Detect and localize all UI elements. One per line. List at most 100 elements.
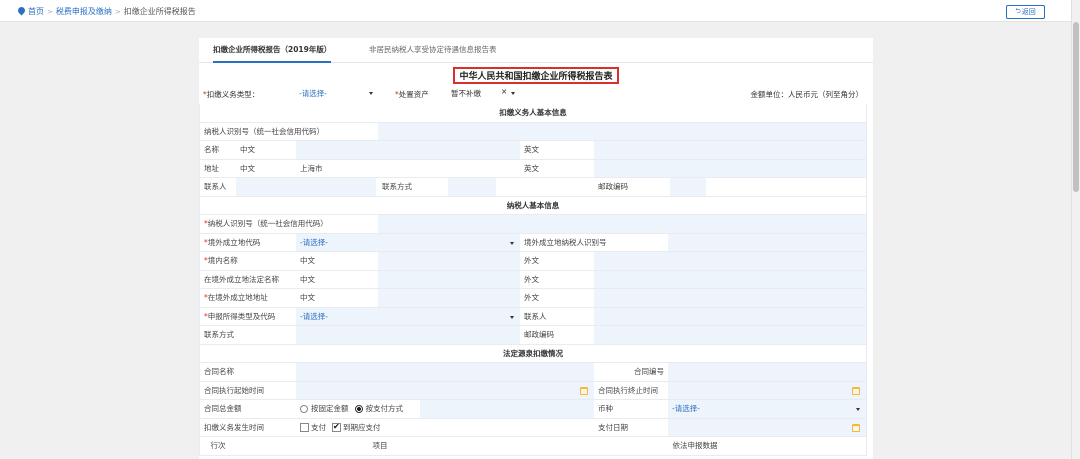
payment-date-label: 支付日期 xyxy=(598,422,628,432)
withholder-tax-id-label: 纳税人识别号（统一社会信用代码） xyxy=(204,126,324,136)
withholding-type-value: -请选择- xyxy=(299,89,327,98)
currency-label: 币种 xyxy=(598,404,613,414)
taxpayer-postal-field[interactable] xyxy=(594,326,866,344)
table-row: 联系人 联系方式 邮政编码 xyxy=(199,178,867,197)
breadcrumb-separator-icon: > xyxy=(47,7,53,16)
checkbox-checked-icon xyxy=(332,422,341,432)
taxpayer-domestic-name-cn-field[interactable] xyxy=(378,252,520,270)
table-row: * 纳税人识别号（统一社会信用代码） xyxy=(199,215,867,234)
tab-treaty-benefit-report[interactable]: 非居民纳税人享受协定待遇信息报告表 xyxy=(369,38,497,63)
table-row: * 申报所得类型及代码 -请选择- 联系人 xyxy=(199,307,867,326)
taxpayer-domestic-name-label: * 境内名称 xyxy=(204,256,238,266)
withholder-address-label: 地址 xyxy=(204,163,219,173)
contract-start-label: 合同执行起始时间 xyxy=(204,385,264,395)
withholder-contact-field[interactable] xyxy=(236,178,376,196)
withholder-name-en-field[interactable] xyxy=(594,141,866,159)
return-arrow-icon: ⮌ xyxy=(1015,6,1021,15)
taxpayer-foreign-name-cn-field[interactable] xyxy=(378,270,520,288)
table-row: 合同总金额 按固定金额 按支付方式 币种 -请选择- xyxy=(199,400,867,419)
taxpayer-tax-id-field[interactable] xyxy=(378,215,866,233)
withholder-name-en-label: 英文 xyxy=(524,145,539,155)
withholder-name-label: 名称 xyxy=(204,145,219,155)
breadcrumb-home[interactable]: 首页 xyxy=(28,6,44,17)
section-source-withholding: 法定源泉扣缴情况 xyxy=(199,344,867,363)
tab-withholding-report[interactable]: 扣缴企业所得税报告（2019年版） xyxy=(213,38,332,63)
scrollbar-thumb[interactable] xyxy=(1073,22,1079,192)
taxpayer-foreign-address-foreign-field[interactable] xyxy=(594,289,866,307)
withholder-address-cn-value: 上海市 xyxy=(300,163,323,173)
chevron-down-icon xyxy=(511,92,515,95)
contract-number-field[interactable] xyxy=(668,363,866,381)
section-taxpayer: 纳税人基本信息 xyxy=(199,196,867,215)
taxpayer-income-type-value: -请选择- xyxy=(300,311,328,321)
withholding-type-label: *扣缴义务类型： xyxy=(203,90,260,99)
disposal-label: *处置资产 xyxy=(395,90,429,99)
location-pin-icon xyxy=(18,7,25,16)
chevron-down-icon xyxy=(510,241,514,245)
breadcrumb-tax-filing[interactable]: 税费申报及缴纳 xyxy=(56,6,112,17)
report-card: 扣缴企业所得税报告（2019年版） 非居民纳税人享受协定待遇信息报告表 中华人民… xyxy=(199,38,873,459)
taxpayer-contact-person-field[interactable] xyxy=(594,307,866,325)
table-row: 名称 中文 英文 xyxy=(199,141,867,160)
contract-number-label: 合同编号 xyxy=(634,367,664,377)
withholder-contact-method-label: 联系方式 xyxy=(382,182,412,192)
taxpayer-country-select[interactable]: -请选择- xyxy=(296,233,520,251)
currency-select[interactable]: -请选择- xyxy=(668,400,866,418)
contract-end-field[interactable] xyxy=(668,381,866,399)
taxpayer-domestic-name-foreign-field[interactable] xyxy=(594,252,866,270)
withholding-type-select[interactable]: -请选择- xyxy=(299,88,375,101)
table-row: * 境外成立地代码 -请选择- 境外成立地纳税人识别号 xyxy=(199,233,867,252)
payment-date-field[interactable] xyxy=(668,418,866,436)
taxpayer-foreign-address-cn-field[interactable] xyxy=(378,289,520,307)
withholder-name-cn-field[interactable] xyxy=(296,141,520,159)
taxpayer-income-type-select[interactable]: -请选择- xyxy=(296,307,520,325)
table-row: 联系方式 邮政编码 xyxy=(199,326,867,345)
currency-value: -请选择- xyxy=(672,404,700,414)
taxpayer-tax-id-label: * 纳税人识别号（统一社会信用代码） xyxy=(204,219,328,229)
contract-name-label: 合同名称 xyxy=(204,367,234,377)
calendar-icon[interactable] xyxy=(852,386,860,395)
taxpayer-country-label: * 境外成立地代码 xyxy=(204,237,261,247)
withholder-contact-method-field[interactable] xyxy=(448,178,496,196)
top-bar: 首页 > 税费申报及缴纳 > 扣缴企业所得税报告 ⮌ 返回 xyxy=(0,0,1071,22)
col-row-number: 行次 xyxy=(210,441,226,451)
disposal-select[interactable]: 暂不补缴 × xyxy=(451,87,517,101)
withholder-postal-field[interactable] xyxy=(670,178,706,196)
col-item: 项目 xyxy=(372,441,388,451)
radio-by-payment[interactable]: 按支付方式 xyxy=(354,403,403,414)
contract-total-field[interactable] xyxy=(420,400,594,418)
taxpayer-foreign-name-foreign-field[interactable] xyxy=(594,270,866,288)
calendar-icon[interactable] xyxy=(580,386,588,395)
chevron-down-icon xyxy=(856,408,860,411)
withholder-contact-label: 联系人 xyxy=(204,182,227,192)
calendar-icon[interactable] xyxy=(852,423,860,432)
checkbox-pay[interactable]: 支付 xyxy=(300,422,326,433)
breadcrumb-current: 扣缴企业所得税报告 xyxy=(123,7,196,16)
form-options: *扣缴义务类型： -请选择- *处置资产 暂不补缴 × 金额单位：人民币元（列至… xyxy=(199,87,873,102)
clear-icon[interactable]: × xyxy=(501,87,507,96)
radio-fixed-amount[interactable]: 按固定金额 xyxy=(300,403,349,414)
table-row: 合同执行起始时间 合同执行终止时间 xyxy=(199,381,867,400)
taxpayer-income-type-label: * 申报所得类型及代码 xyxy=(204,311,276,321)
table-header-row: 行次 项目 依法申报数据 xyxy=(199,437,867,456)
taxpayer-foreign-tax-id-field[interactable] xyxy=(668,233,866,251)
checkbox-due[interactable]: 到期应支付 xyxy=(332,422,381,433)
back-button-label: 返回 xyxy=(1021,8,1036,16)
form-title: 中华人民共和国扣缴企业所得税报告表 xyxy=(453,67,619,84)
withholder-address-en-field[interactable] xyxy=(594,159,866,177)
page-scrollbar[interactable] xyxy=(1071,0,1080,459)
back-button[interactable]: ⮌ 返回 xyxy=(1006,5,1045,19)
radio-checked-icon xyxy=(354,404,363,413)
taxpayer-foreign-name-foreign-label: 外文 xyxy=(524,274,539,284)
withholder-address-en-label: 英文 xyxy=(524,163,539,173)
obligation-time-label: 扣缴义务发生时间 xyxy=(204,422,264,432)
chevron-down-icon xyxy=(369,92,373,95)
taxpayer-domestic-name-foreign-label: 外文 xyxy=(524,256,539,266)
contract-end-label: 合同执行终止时间 xyxy=(598,385,658,395)
withholder-tax-id-field[interactable] xyxy=(378,122,866,140)
taxpayer-contact-method-field[interactable] xyxy=(296,326,520,344)
contract-name-field[interactable] xyxy=(296,363,594,381)
taxpayer-country-value: -请选择- xyxy=(300,237,328,247)
contract-start-field[interactable] xyxy=(296,381,594,399)
withholder-postal-label: 邮政编码 xyxy=(598,182,628,192)
